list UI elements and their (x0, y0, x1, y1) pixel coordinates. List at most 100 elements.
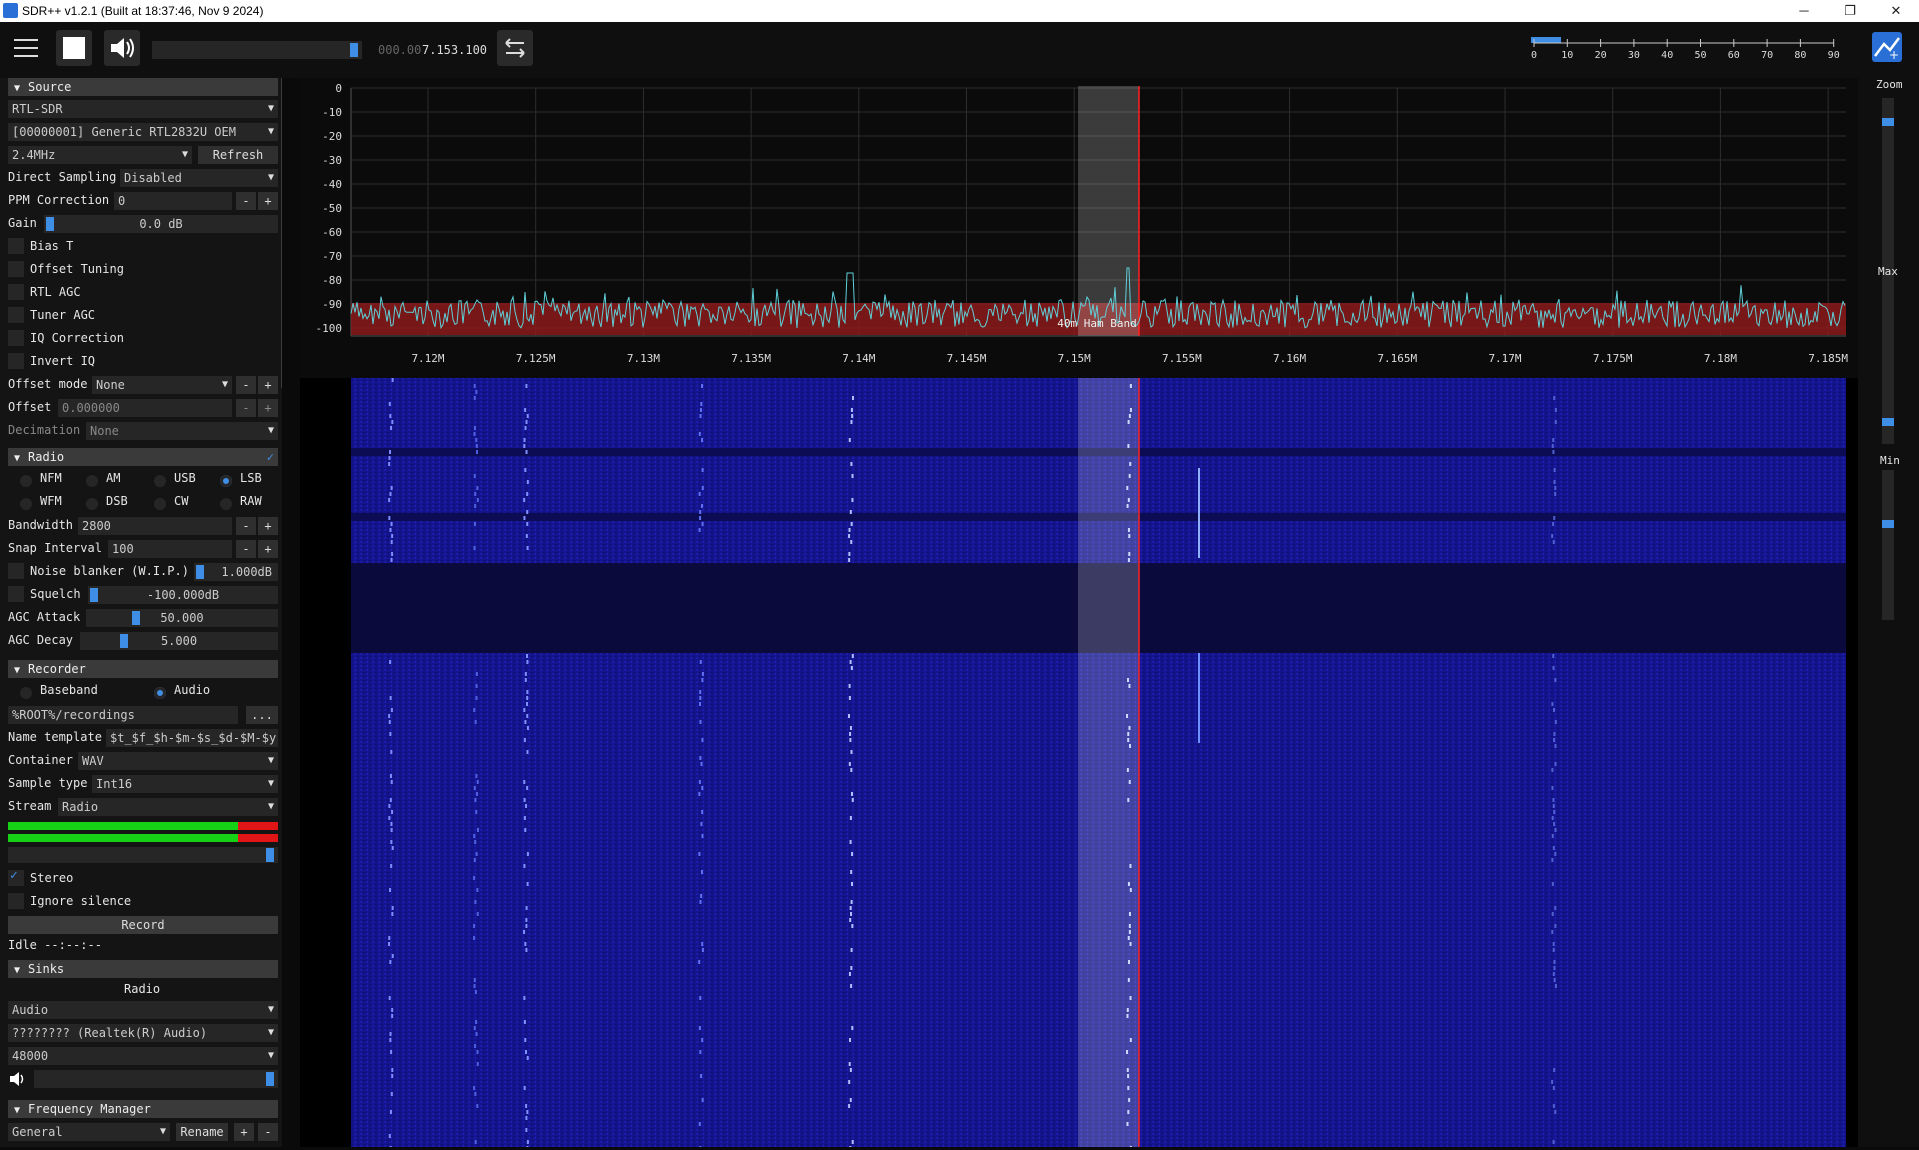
waterfall-signal (476, 888, 479, 892)
invert-iq-checkbox[interactable] (8, 353, 24, 369)
sink-samplerate-select[interactable]: 48000 ▼ (8, 1047, 278, 1065)
snr-tick-label: 40 (1661, 50, 1673, 60)
bias-t-label: Bias T (30, 239, 74, 253)
refresh-button[interactable]: Refresh (198, 146, 278, 164)
mode-nfm-radio[interactable] (20, 475, 32, 487)
mode-wfm-radio[interactable] (20, 498, 32, 510)
browse-button[interactable]: ... (246, 706, 278, 724)
samplerate-select[interactable]: 2.4MHz ▼ (8, 146, 192, 164)
audio-radio[interactable] (154, 687, 166, 699)
menu-button[interactable] (8, 30, 44, 66)
zoom-slider[interactable] (1882, 98, 1894, 288)
squelch-checkbox[interactable] (8, 586, 24, 602)
max-slider[interactable] (1882, 284, 1894, 444)
mute-button[interactable] (104, 30, 140, 66)
freq-tick-label: 7.16M (1273, 352, 1306, 365)
offset-mode-select[interactable]: None ▼ (92, 376, 232, 394)
mode-dsb-radio[interactable] (86, 498, 98, 510)
iq-correction-checkbox[interactable] (8, 330, 24, 346)
offset-minus-button[interactable]: - (236, 399, 256, 417)
source-type-select[interactable]: RTL-SDR ▼ (8, 100, 278, 118)
mode-usb-radio[interactable] (154, 475, 166, 487)
close-button[interactable]: ✕ (1873, 0, 1919, 22)
stereo-checkbox[interactable] (8, 868, 24, 886)
tuner-agc-checkbox[interactable] (8, 307, 24, 323)
record-button[interactable]: Record (8, 916, 278, 934)
restore-button[interactable]: ❐ (1827, 0, 1873, 22)
snap-interval-input[interactable]: 100 (108, 540, 232, 558)
fft-spectrum[interactable]: 40m Ham Band 0 -10 -20 -30 -40 -50 -60 -70 -80 -9… (300, 78, 1858, 378)
squelch-slider[interactable]: -100.000dB (88, 586, 278, 604)
rename-button[interactable]: Rename (176, 1123, 228, 1141)
recorder-header[interactable]: ▼ Recorder (8, 660, 278, 678)
waterfall[interactable] (300, 378, 1858, 1150)
noise-blanker-slider[interactable]: 1.000dB (194, 563, 278, 581)
sink-type-select[interactable]: Audio ▼ (8, 1001, 278, 1019)
offset-mode-minus-button[interactable]: - (236, 376, 256, 394)
bandwidth-minus-button[interactable]: - (236, 517, 256, 535)
ppm-input[interactable]: 0 (114, 192, 232, 210)
bandwidth-input[interactable]: 2800 (78, 517, 232, 535)
sidebar-scrollbar[interactable] (281, 78, 282, 388)
waterfall-signal (850, 912, 853, 916)
recorder-volume-slider[interactable] (8, 847, 278, 863)
sinks-header[interactable]: ▼ Sinks (8, 960, 278, 978)
sink-volume-slider[interactable] (34, 1070, 278, 1088)
fm-remove-button[interactable]: - (258, 1123, 278, 1141)
squelch-value: -100.000dB (146, 588, 220, 602)
rtl-agc-checkbox[interactable] (8, 284, 24, 300)
tuning-mode-button[interactable] (497, 30, 533, 66)
min-slider[interactable] (1882, 470, 1894, 620)
mode-raw-radio[interactable] (220, 498, 232, 510)
bandwidth-plus-button[interactable]: + (258, 517, 278, 535)
offset-tuning-checkbox[interactable] (8, 261, 24, 277)
waterfall-signal (390, 558, 393, 562)
snap-plus-button[interactable]: + (258, 540, 278, 558)
agc-decay-slider[interactable]: 5.000 (80, 632, 278, 650)
recording-path-input[interactable]: %ROOT%/recordings (8, 706, 238, 724)
mode-lsb-radio[interactable] (220, 475, 232, 487)
waterfall-signal (848, 972, 851, 976)
name-template-input[interactable]: $t_$f_$h-$m-$s_$d-$M-$y (106, 729, 278, 747)
stop-button[interactable] (56, 30, 92, 66)
mode-am-radio[interactable] (86, 475, 98, 487)
sink-speaker-icon[interactable] (8, 1070, 28, 1088)
container-select[interactable]: WAV ▼ (78, 752, 278, 770)
volume-slider[interactable] (152, 41, 362, 59)
ignore-silence-checkbox[interactable] (8, 893, 24, 909)
sample-type-select[interactable]: Int16 ▼ (92, 775, 278, 793)
radio-header[interactable]: ▼ Radio ✓ (8, 448, 278, 466)
offset-input[interactable]: 0.000000 (58, 399, 232, 417)
noise-blanker-checkbox[interactable] (8, 563, 24, 579)
waterfall-signal (1554, 408, 1557, 412)
waterfall-carrier (1198, 653, 1200, 743)
ppm-minus-button[interactable]: - (236, 192, 256, 210)
stream-select[interactable]: Radio ▼ (58, 798, 278, 816)
offset-mode-plus-button[interactable]: + (258, 376, 278, 394)
sink-device-select[interactable]: ???????? (Realtek(R) Audio) ▼ (8, 1024, 278, 1042)
offset-plus-button[interactable]: + (258, 399, 278, 417)
minimize-button[interactable]: ─ (1781, 0, 1827, 22)
mode-cw-radio[interactable] (154, 498, 166, 510)
radio-enabled-check-icon[interactable]: ✓ (267, 448, 274, 466)
rtl-agc-label: RTL AGC (30, 285, 81, 299)
source-header[interactable]: ▼ Source (8, 78, 278, 96)
fm-add-button[interactable]: + (234, 1123, 254, 1141)
frequency-manager-header[interactable]: ▼ Frequency Manager (8, 1100, 278, 1118)
frequency-list-select[interactable]: General ▼ (8, 1123, 170, 1141)
decimation-select[interactable]: None ▼ (86, 422, 278, 440)
ppm-plus-button[interactable]: + (258, 192, 278, 210)
baseband-radio[interactable] (20, 687, 32, 699)
waterfall-signal (390, 1050, 393, 1054)
waterfall-signal (473, 936, 476, 940)
snap-minus-button[interactable]: - (236, 540, 256, 558)
device-select[interactable]: [00000001] Generic RTL2832U OEM ▼ (8, 123, 278, 141)
frequency-display[interactable]: 7.153.100 (422, 43, 487, 57)
waterfall-signal (526, 480, 529, 484)
waterfall-signal (851, 474, 854, 478)
agc-attack-slider[interactable]: 50.000 (86, 609, 278, 627)
direct-sampling-select[interactable]: Disabled ▼ (120, 169, 278, 187)
bias-t-checkbox[interactable] (8, 238, 24, 254)
waterfall-signal (473, 984, 476, 988)
gain-slider[interactable]: 0.0 dB (44, 215, 278, 233)
